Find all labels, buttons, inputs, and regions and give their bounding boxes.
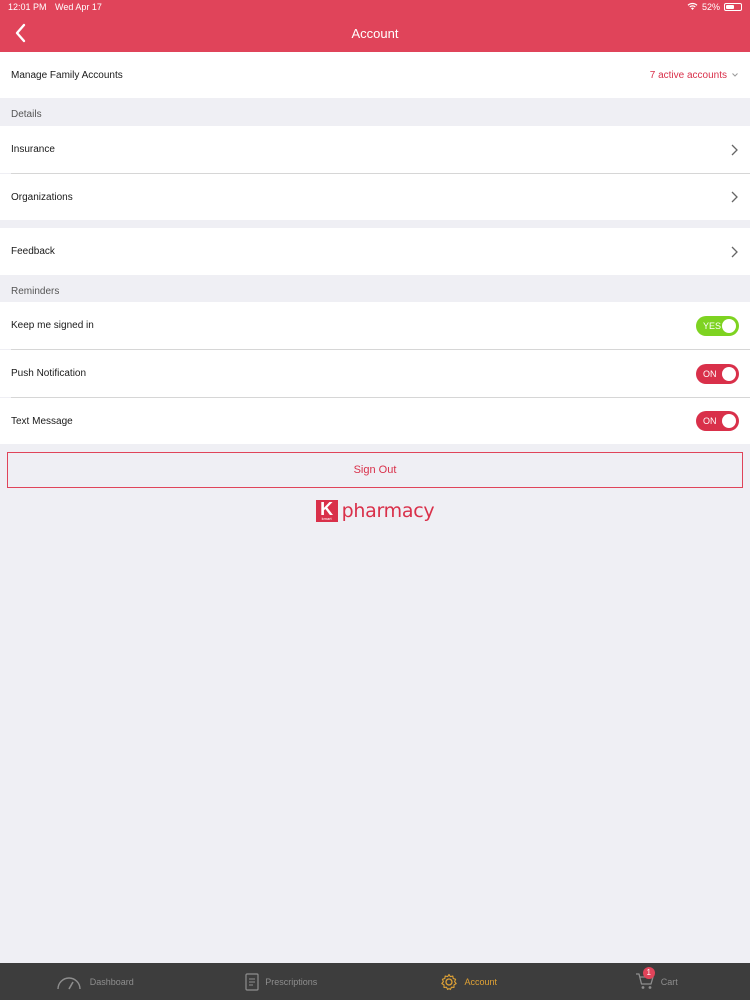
cart-count-badge: 1 (642, 966, 655, 979)
back-button[interactable] (12, 22, 32, 44)
push-notification-toggle[interactable]: ON (696, 363, 739, 384)
feedback-label: Feedback (11, 246, 55, 257)
tab-label: Prescriptions (265, 976, 318, 987)
toggle-knob (722, 414, 736, 428)
chevron-left-icon (15, 23, 26, 43)
tab-label: Cart (660, 976, 678, 987)
tab-cart[interactable]: 1 Cart (563, 963, 750, 1000)
insurance-row[interactable]: Insurance (0, 126, 750, 173)
manage-family-accounts-row[interactable]: Manage Family Accounts 7 active accounts (0, 52, 750, 98)
chevron-right-icon (731, 246, 738, 257)
page-title: Account (351, 25, 399, 41)
kmart-pharmacy-logo: K kmart pharmacy (0, 500, 750, 522)
tab-account[interactable]: Account (375, 963, 563, 1000)
chevron-right-icon (731, 144, 738, 155)
tab-label: Dashboard (89, 976, 134, 987)
organizations-label: Organizations (11, 191, 73, 203)
document-icon (245, 972, 259, 991)
keep-signed-in-toggle[interactable]: YES (696, 315, 739, 336)
gauge-icon (57, 976, 81, 989)
text-message-row: Text Message ON (0, 398, 750, 444)
logo-sub: kmart (321, 516, 332, 521)
tab-dashboard[interactable]: Dashboard (0, 963, 188, 1000)
kmart-k-logo: K kmart (315, 500, 338, 522)
toggle-state: ON (703, 416, 717, 426)
active-accounts-value: 7 active accounts (650, 70, 739, 81)
active-accounts-text: 7 active accounts (649, 69, 727, 81)
push-notification-row: Push Notification ON (0, 350, 750, 397)
keep-signed-in-row: Keep me signed in YES (0, 302, 750, 349)
chevron-down-icon (732, 73, 738, 77)
nav-bar: Account (0, 14, 750, 52)
status-time: 12:01 PM (8, 2, 47, 12)
family-accounts-label: Manage Family Accounts (11, 69, 123, 81)
chevron-right-icon (731, 191, 738, 203)
battery-percent: 52% (701, 2, 720, 12)
feedback-row[interactable]: Feedback (0, 228, 750, 275)
toggle-state: YES (703, 320, 722, 331)
tab-label: Account (464, 976, 498, 987)
toggle-knob (722, 366, 736, 381)
text-message-label: Text Message (11, 415, 73, 427)
text-message-toggle[interactable]: ON (696, 411, 739, 431)
organizations-row[interactable]: Organizations (0, 174, 750, 220)
status-date: Wed Apr 17 (55, 2, 102, 12)
cart-icon-wrap: 1 (635, 966, 655, 992)
tab-bar: Dashboard Prescriptions Account 1 Cart (0, 963, 750, 1000)
keep-signed-in-label: Keep me signed in (11, 320, 94, 331)
status-bar: 12:01 PM Wed Apr 17 52% (0, 0, 750, 14)
wifi-icon (687, 2, 698, 13)
toggle-knob (722, 318, 736, 333)
battery-icon (724, 3, 742, 11)
sign-out-button[interactable]: Sign Out (7, 452, 743, 488)
section-label-details: Details (11, 109, 42, 120)
tab-prescriptions[interactable]: Prescriptions (188, 963, 376, 1000)
logo-word: pharmacy (341, 500, 435, 522)
section-label-reminders: Reminders (11, 286, 60, 297)
toggle-state: ON (703, 368, 717, 379)
gear-icon (441, 973, 458, 990)
push-notification-label: Push Notification (11, 368, 87, 379)
insurance-label: Insurance (11, 144, 55, 155)
